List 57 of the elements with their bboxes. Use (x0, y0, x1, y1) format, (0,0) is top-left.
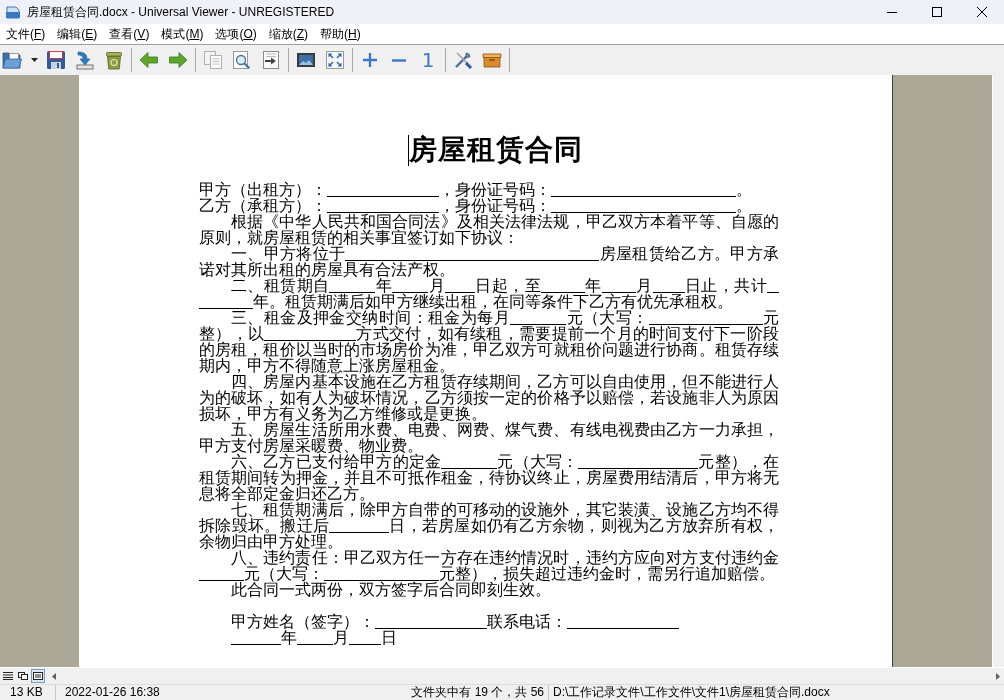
import-button[interactable] (73, 48, 97, 72)
menu-item[interactable]: 查看(V) (103, 24, 156, 44)
contract-clause: 二、租赁期自 年 月 日起，至 年 月 日止，共计 年。租赁期满后如甲方继续出租，在同等条件下乙方有优先承租权。 (199, 278, 779, 310)
signature-text: 甲方姓名（签字）： 联系电话： 年 月 日 (199, 614, 779, 646)
file-size-text: 13 KB (0, 685, 56, 700)
document-title: 房屋租赁合同 (408, 134, 583, 166)
trash-bin-icon (104, 50, 124, 70)
close-icon (976, 7, 987, 17)
menu-item[interactable]: 模式(M) (155, 24, 210, 44)
box-icon (482, 50, 502, 70)
fullscreen-button[interactable] (323, 48, 347, 72)
list-icon (3, 672, 13, 680)
thumbnail-icon (18, 672, 28, 680)
folder-position-text: 文件夹中有 19 个，共 56 (411, 685, 549, 700)
menu-item[interactable]: 帮助(H) (314, 24, 367, 44)
menu-item[interactable]: 编辑(E) (51, 24, 104, 44)
pages-icon (203, 50, 223, 70)
right-arrow-icon (168, 50, 188, 70)
folder-icon (2, 50, 22, 70)
caret-icon (30, 58, 38, 62)
contract-clause: 七、租赁期满后，除甲方自带的可移动的设施外，其它装潢、设施乙方均不得 拆除毁坏。搬迁后 日，若房屋如仍有乙方余物，则视为乙方放弃所有权， 余物归由甲方处理。 (199, 502, 779, 550)
arrow-into-tray-icon (75, 50, 95, 70)
contract-clause: 此合同一式两份，双方签字后合同即刻生效。 (230, 582, 551, 598)
file-path-text: D:\工作记录文件\工作文件\文件1\房屋租赁合同.docx (552, 685, 831, 700)
party-info-line: 乙方（承租方）： ，身份证号码： 。 (199, 198, 752, 214)
menu-item[interactable]: 文件(F) (0, 24, 52, 44)
view-mode-button[interactable] (31, 669, 45, 683)
right-triangle-icon (996, 672, 1000, 680)
menu-item[interactable]: 选项(O) (209, 24, 263, 44)
contract-clause: 四、房屋内基本设施在乙方租赁存续期间，乙方可以自由使用，但不能进行人 为的破坏，如有人为破坏情况，乙方须按一定的价格予以赔偿，若设施非人为原因 损坏，甲方有义务为乙方维修或是更换。 (199, 374, 779, 422)
actual-size-button[interactable]: 1 (416, 48, 440, 72)
document-icon (5, 4, 21, 20)
maximize-icon (931, 7, 942, 17)
view-mode-button[interactable] (16, 669, 30, 683)
contract-clause: 八、违约责任：甲乙双方任一方存在违约情况时，违约方应向对方支付违约金 元（大写： 元整），损失超过违约金时，需另行追加赔偿。 (199, 550, 779, 582)
page-view-icon (33, 672, 43, 680)
wrench-screwdriver-icon (453, 50, 473, 70)
menu-item[interactable]: 缩放(Z) (262, 24, 315, 44)
save-button[interactable] (44, 48, 68, 72)
party-info-line: 甲方（出租方）： ，身份证号码： 。 (199, 182, 753, 198)
contract-clause: 一、甲方将位于 房屋租赁给乙方。甲方承 诺对其所出租的房屋具有合法产权。 (199, 246, 779, 278)
view-mode-button[interactable] (1, 669, 15, 683)
left-triangle-icon (52, 672, 56, 680)
expand-arrows-icon (325, 50, 345, 70)
magnifier-page-icon (232, 50, 252, 70)
text-cursor-icon (407, 134, 409, 166)
minus-icon (392, 58, 406, 62)
window-title: 房屋租赁合同.docx - Universal Viewer - UNREGISTERED (27, 3, 335, 21)
plus-icon (360, 50, 380, 70)
contract-clause: 六、乙方已支付给甲方的定金 元（大写： 元整），在 租赁期间转为押金，并且不可抵作租金，待协议终止，房屋费用结清后，甲方将无 息将全部定金归还乙方。 (199, 454, 779, 502)
left-arrow-icon (139, 50, 159, 70)
picture-icon (296, 50, 316, 70)
modified-date-text: 2022-01-26 16:38 (64, 685, 161, 700)
contract-clause: 五、房屋生活所用水费、电费、网费、煤气费、有线电视费由乙方一力承担， 甲方支付房屋采暖费、物业费。 (199, 422, 779, 454)
minimize-icon (886, 11, 897, 13)
contract-clause: 三、租金及押金交纳时间：租金为每月 元（大写： 元 整），以 方式交付，如有续租，需要提前一个月的时间支付下一阶段 的房租，租价以当时的市场房价为准，甲乙双方可就租价问题进行协商。租赁存续 期内，甲方不得随意上涨房屋租金。 (199, 310, 779, 374)
contract-clause: 根据《中华人民共和国合同法》及相关法律法规，甲乙双方本着平等、自愿的 原则，就房屋租赁的相关事宜签订如下协议： (199, 214, 779, 246)
